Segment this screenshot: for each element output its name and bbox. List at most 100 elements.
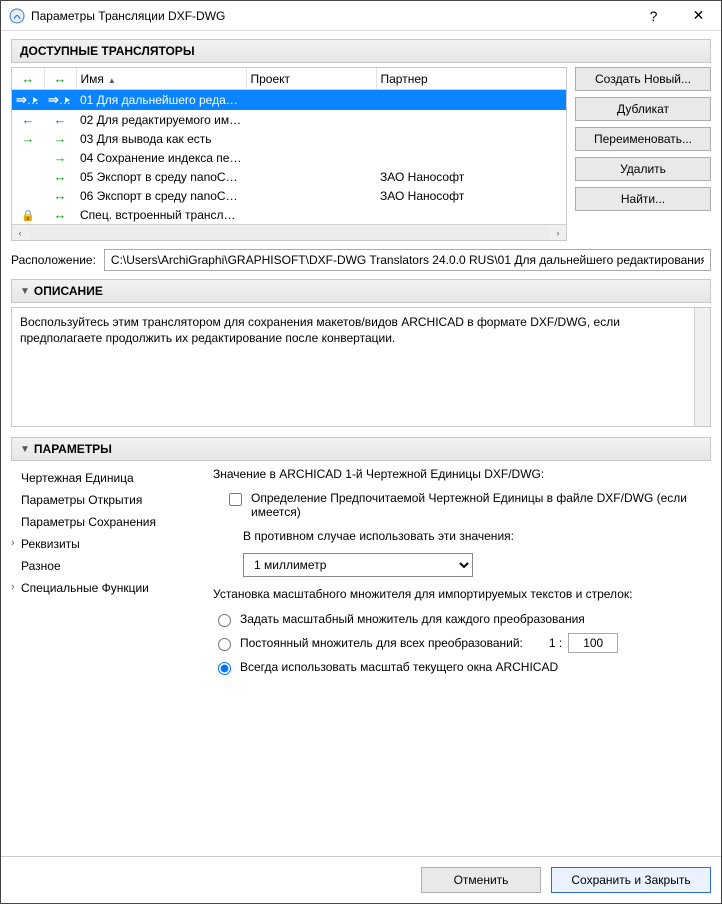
prefer-unit-label: Определение Предпочитаемой Чертежной Еди…	[251, 491, 711, 519]
unit-select[interactable]: 1 миллиметр	[243, 553, 473, 577]
panel-heading-1: Значение в ARCHICAD 1-й Чертежной Единиц…	[213, 467, 711, 481]
content-area: ДОСТУПНЫЕ ТРАНСЛЯТОРЫ ↔ ↔ Имя▲ Проект Па…	[1, 31, 721, 856]
row-project	[246, 110, 376, 129]
close-button[interactable]: ✕	[676, 1, 721, 30]
section-parameters-label: ПАРАМЕТРЫ	[34, 442, 112, 456]
lock-icon: 🔒	[21, 210, 35, 222]
section-description-header[interactable]: ▼ ОПИСАНИЕ	[11, 279, 711, 303]
section-translators-label: ДОСТУПНЫЕ ТРАНСЛЯТОРЫ	[20, 44, 195, 58]
table-row[interactable]: ↔ 06 Экспорт в среду nanoCAD (... ЗАО Нано…	[12, 186, 566, 205]
row-partner	[376, 129, 566, 148]
radio-constant[interactable]	[218, 638, 231, 651]
translators-table: ↔ ↔ Имя▲ Проект Партнер ⇒ ⇒ 01 Для дальн…	[12, 68, 566, 224]
cancel-button[interactable]: Отменить	[421, 867, 541, 893]
parameter-panel: Значение в ARCHICAD 1-й Чертежной Единиц…	[213, 467, 711, 848]
parameters-tree: Чертежная ЕдиницаПараметры ОткрытияПарам…	[11, 467, 201, 848]
location-label: Расположение:	[11, 253, 96, 267]
row-name: 01 Для дальнейшего редакти...	[76, 90, 246, 111]
col-project-header[interactable]: Проект	[246, 68, 376, 90]
row-name: 06 Экспорт в среду nanoCAD (...	[76, 186, 246, 205]
row-project	[246, 205, 376, 224]
window-title: Параметры Трансляции DXF-DWG	[31, 9, 631, 23]
section-description-label: ОПИСАНИЕ	[34, 284, 103, 298]
description-textarea[interactable]: Воспользуйтесь этим транслятором для сох…	[11, 307, 711, 427]
rename-button[interactable]: Переименовать...	[575, 127, 711, 151]
side-buttons: Создать Новый... Дубликат Переименовать.…	[575, 67, 711, 241]
tree-item[interactable]: Чертежная Единица	[11, 467, 201, 489]
table-row[interactable]: →04 Сохранение индекса пера	[12, 148, 566, 167]
parameters-body: Чертежная ЕдиницаПараметры ОткрытияПарам…	[11, 467, 711, 848]
arrow-icon: ←	[22, 112, 35, 127]
delete-button[interactable]: Удалить	[575, 157, 711, 181]
horizontal-scrollbar[interactable]: ‹ ›	[12, 224, 566, 240]
help-button[interactable]: ?	[631, 1, 676, 30]
tree-item[interactable]: Параметры Сохранения	[11, 511, 201, 533]
row-partner	[376, 110, 566, 129]
section-translators-header[interactable]: ДОСТУПНЫЕ ТРАНСЛЯТОРЫ	[11, 39, 711, 63]
col-exp-header[interactable]: ↔	[44, 68, 76, 90]
row-project	[246, 129, 376, 148]
ratio-prefix: 1 :	[549, 636, 562, 650]
table-row[interactable]: ←←02 Для редактируемого импо...	[12, 110, 566, 129]
row-partner	[376, 148, 566, 167]
app-icon	[9, 8, 25, 24]
dialog-footer: Отменить Сохранить и Закрыть	[1, 856, 721, 903]
scroll-track[interactable]	[29, 226, 549, 240]
radio-per-conversion-label: Задать масштабный множитель для каждого …	[240, 612, 585, 626]
location-row: Расположение:	[11, 249, 711, 271]
tree-item[interactable]: Специальные Функции	[11, 577, 201, 599]
otherwise-label: В противном случае использовать эти знач…	[213, 529, 711, 543]
chevron-down-icon: ▼	[20, 444, 30, 455]
row-partner	[376, 205, 566, 224]
table-row[interactable]: →→03 Для вывода как есть	[12, 129, 566, 148]
translators-table-wrap: ↔ ↔ Имя▲ Проект Партнер ⇒ ⇒ 01 Для дальн…	[11, 67, 567, 241]
row-partner	[376, 90, 566, 111]
table-row[interactable]: ↔ 05 Экспорт в среду nanoCAD (... ЗАО Нано…	[12, 167, 566, 186]
panel-heading-2: Установка масштабного множителя для импо…	[213, 587, 711, 601]
table-row[interactable]: ⇒ ⇒ 01 Для дальнейшего редакти...	[12, 90, 566, 111]
col-imp-header[interactable]: ↔	[12, 68, 44, 90]
arrow-icon: →	[54, 150, 67, 165]
row-name: 05 Экспорт в среду nanoCAD (...	[76, 167, 246, 186]
tree-item[interactable]: Разное	[11, 555, 201, 577]
radio-current-window-label: Всегда использовать масштаб текущего окн…	[240, 660, 558, 674]
find-button[interactable]: Найти...	[575, 187, 711, 211]
description-vscrollbar[interactable]	[694, 308, 710, 426]
create-new-button[interactable]: Создать Новый...	[575, 67, 711, 91]
sort-indicator-icon: ▲	[108, 76, 116, 85]
save-and-close-button[interactable]: Сохранить и Закрыть	[551, 867, 711, 893]
radio-constant-label: Постоянный множитель для всех преобразов…	[240, 636, 523, 650]
duplicate-button[interactable]: Дубликат	[575, 97, 711, 121]
radio-per-conversion[interactable]	[218, 614, 231, 627]
scroll-right-button[interactable]: ›	[550, 225, 566, 241]
tree-item[interactable]: Параметры Открытия	[11, 489, 201, 511]
arrow-icon: →	[22, 131, 35, 146]
row-name: 02 Для редактируемого импо...	[76, 110, 246, 129]
ratio-value-input[interactable]	[568, 633, 618, 653]
row-project	[246, 167, 376, 186]
scroll-left-button[interactable]: ‹	[12, 225, 28, 241]
col-name-header[interactable]: Имя▲	[76, 68, 246, 90]
location-field[interactable]	[104, 249, 711, 271]
tree-item[interactable]: Реквизиты	[11, 533, 201, 555]
row-name: Спец. встроенный транслятор	[76, 205, 246, 224]
translators-area: ↔ ↔ Имя▲ Проект Партнер ⇒ ⇒ 01 Для дальн…	[11, 67, 711, 241]
dialog-window: Параметры Трансляции DXF-DWG ? ✕ ДОСТУПН…	[0, 0, 722, 904]
prefer-unit-checkbox[interactable]	[229, 493, 242, 506]
row-partner: ЗАО Нанософт	[376, 186, 566, 205]
arrow-icon: ↔	[54, 188, 67, 203]
table-row[interactable]: 🔒 ↔ Спец. встроенный транслятор	[12, 205, 566, 224]
col-partner-header[interactable]: Партнер	[376, 68, 566, 90]
chevron-down-icon: ▼	[20, 286, 30, 297]
arrow-icon: →	[54, 131, 67, 146]
row-project	[246, 148, 376, 167]
description-text: Воспользуйтесь этим транслятором для сох…	[20, 315, 620, 345]
row-partner: ЗАО Нанософт	[376, 167, 566, 186]
row-project	[246, 90, 376, 111]
section-parameters-header[interactable]: ▼ ПАРАМЕТРЫ	[11, 437, 711, 461]
titlebar: Параметры Трансляции DXF-DWG ? ✕	[1, 1, 721, 31]
arrow-icon: ↔	[54, 169, 67, 184]
radio-current-window[interactable]	[218, 662, 231, 675]
row-project	[246, 186, 376, 205]
arrow-icon: ↔	[54, 207, 67, 222]
